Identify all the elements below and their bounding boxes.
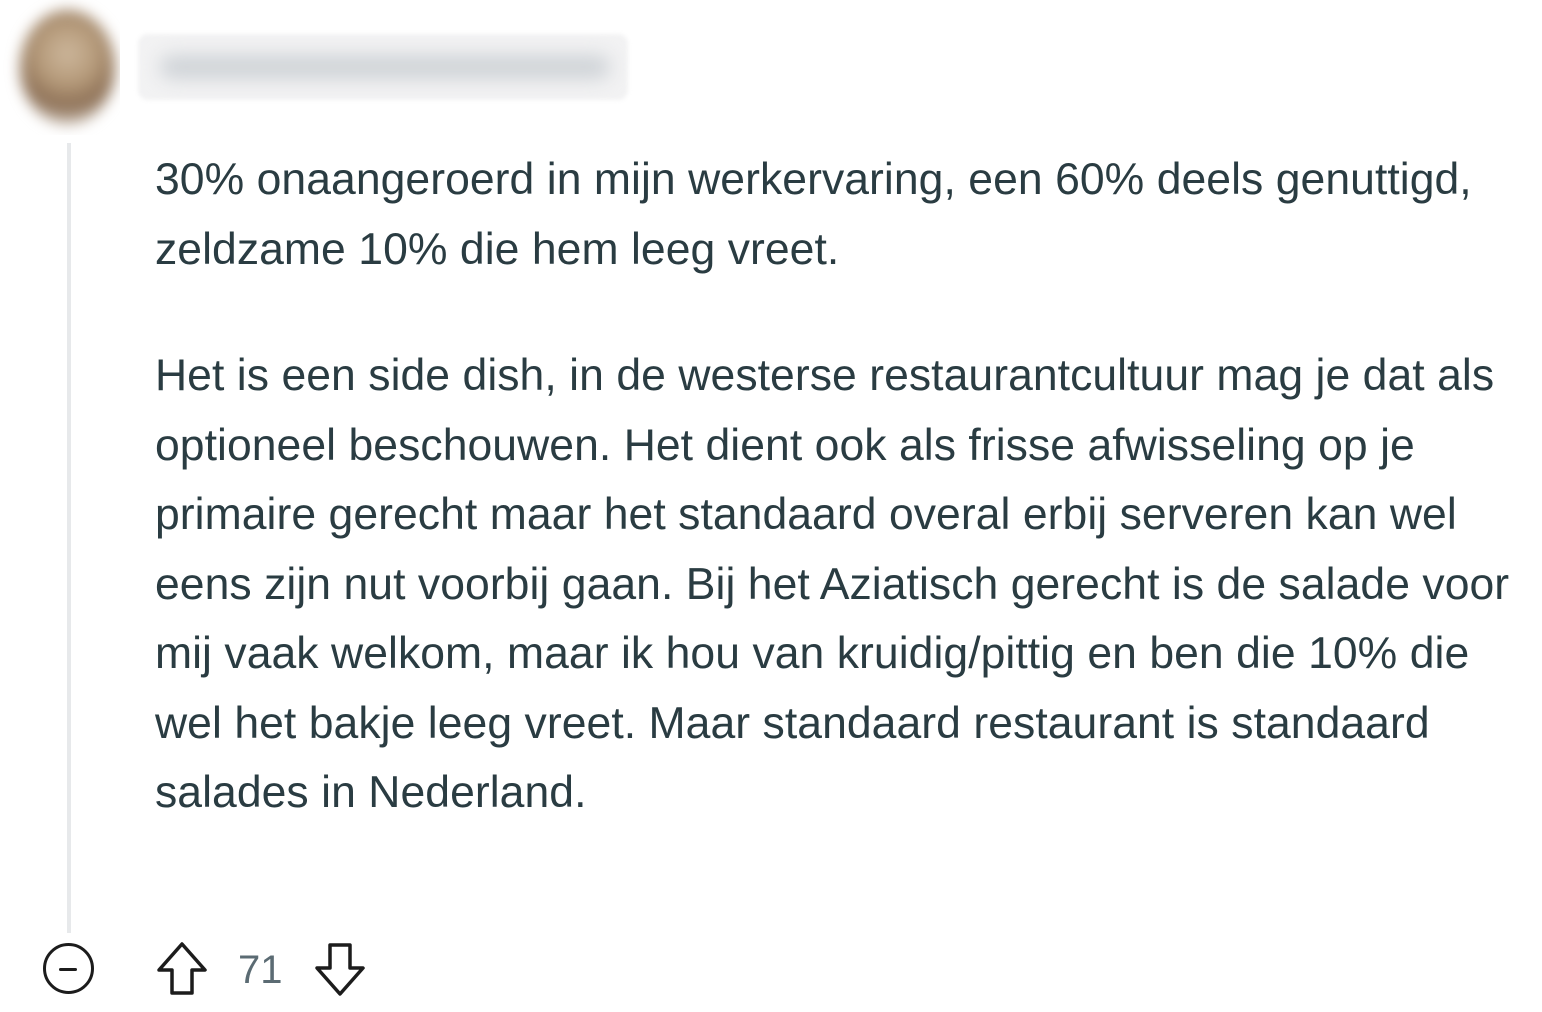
- comment-paragraph-1: 30% onaangeroerd in mijn werkervaring, e…: [155, 155, 1472, 274]
- upvote-button[interactable]: [155, 940, 209, 998]
- avatar[interactable]: [0, 0, 120, 135]
- avatar-blurred-image: [20, 10, 115, 125]
- arrow-down-outline-icon: [315, 943, 365, 996]
- downvote-button[interactable]: [313, 940, 367, 998]
- comment-body: 30% onaangeroerd in mijn werkervaring, e…: [155, 145, 1530, 828]
- thread-line: [67, 143, 71, 933]
- comment-paragraph-2: Het is een side dish, in de westerse res…: [155, 351, 1510, 817]
- arrow-up-outline-icon: [157, 942, 207, 995]
- minus-circle-icon: [59, 967, 77, 971]
- vote-count: 71: [238, 948, 283, 992]
- collapse-thread-button[interactable]: [43, 943, 94, 994]
- author-meta-redacted-text: [160, 55, 610, 79]
